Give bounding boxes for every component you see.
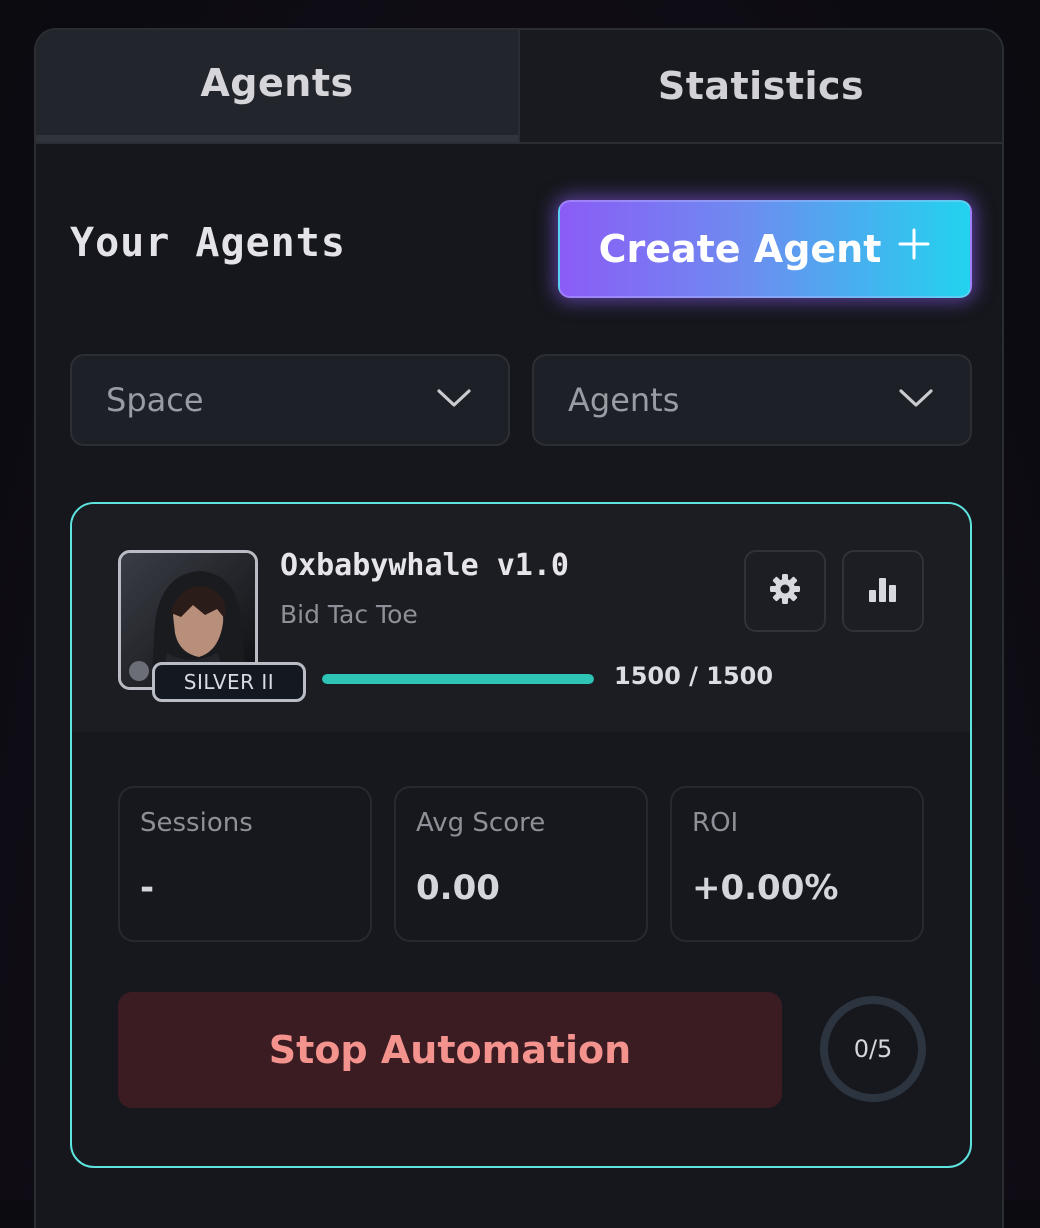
progress-bar [322, 674, 594, 684]
bar-chart-icon [866, 572, 900, 610]
stat-label: Avg Score [416, 808, 546, 838]
chevron-down-icon [436, 387, 472, 413]
create-agent-button[interactable]: Create Agent [558, 200, 972, 298]
stop-automation-button[interactable]: Stop Automation [118, 992, 782, 1108]
gear-icon [768, 572, 802, 610]
settings-button[interactable] [744, 550, 826, 632]
agents-panel: Agents Statistics Your Agents Create Age… [34, 28, 1004, 1228]
stat-avg-score: Avg Score 0.00 [394, 786, 648, 942]
agents-select[interactable]: Agents [532, 354, 972, 446]
stat-label: Sessions [140, 808, 253, 838]
tab-bar: Agents Statistics [36, 30, 1002, 144]
create-agent-label: Create Agent [598, 227, 882, 271]
tab-agents[interactable]: Agents [36, 30, 518, 142]
stat-value: - [140, 868, 155, 908]
plus-icon [897, 225, 931, 269]
page-title: Your Agents [70, 220, 346, 266]
stat-value: 0.00 [416, 868, 500, 908]
progress-fill [322, 674, 594, 684]
session-counter: 0/5 [818, 994, 928, 1104]
stat-roi: ROI +0.00% [670, 786, 924, 942]
agent-card: SILVER II Oxbabywhale v1.0 Bid Tac Toe 1… [70, 502, 972, 1168]
chevron-down-icon [898, 387, 934, 413]
space-select-value: Space [106, 381, 204, 419]
agent-game: Bid Tac Toe [280, 600, 418, 629]
stop-automation-label: Stop Automation [268, 1028, 632, 1072]
rank-badge: SILVER II [152, 662, 306, 702]
agents-select-value: Agents [568, 381, 680, 419]
progress-text: 1500 / 1500 [614, 662, 774, 690]
counter-text: 0/5 [853, 1035, 893, 1063]
agent-name: Oxbabywhale v1.0 [280, 548, 569, 583]
stat-sessions: Sessions - [118, 786, 372, 942]
stat-value: +0.00% [692, 868, 839, 908]
agent-card-header: SILVER II Oxbabywhale v1.0 Bid Tac Toe 1… [72, 504, 970, 732]
stat-label: ROI [692, 808, 739, 838]
tab-statistics[interactable]: Statistics [518, 30, 1002, 142]
space-select[interactable]: Space [70, 354, 510, 446]
stats-button[interactable] [842, 550, 924, 632]
